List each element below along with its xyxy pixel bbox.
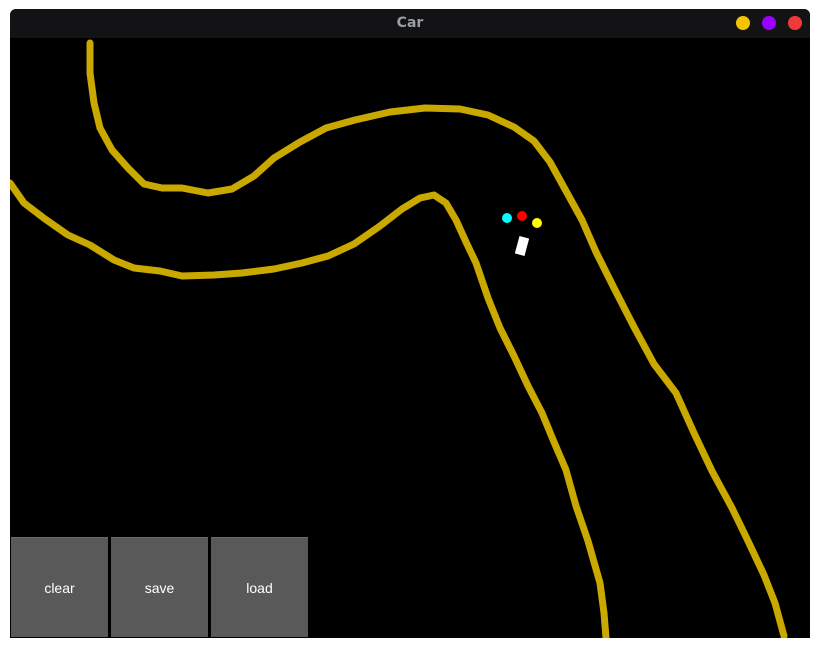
sensor-right [532, 218, 542, 228]
sensor-left [502, 213, 512, 223]
load-button[interactable]: load [211, 537, 308, 637]
minimize-button[interactable] [736, 16, 750, 30]
app-window: Car clear save load [10, 9, 810, 638]
title-bar[interactable]: Car [10, 9, 810, 38]
save-button[interactable]: save [111, 537, 208, 637]
car[interactable] [514, 236, 530, 256]
close-button[interactable] [788, 16, 802, 30]
maximize-button[interactable] [762, 16, 776, 30]
drawing-canvas[interactable]: clear save load [10, 38, 810, 638]
window-title: Car [396, 15, 424, 31]
sensor-center [517, 211, 527, 221]
clear-button[interactable]: clear [11, 537, 108, 637]
